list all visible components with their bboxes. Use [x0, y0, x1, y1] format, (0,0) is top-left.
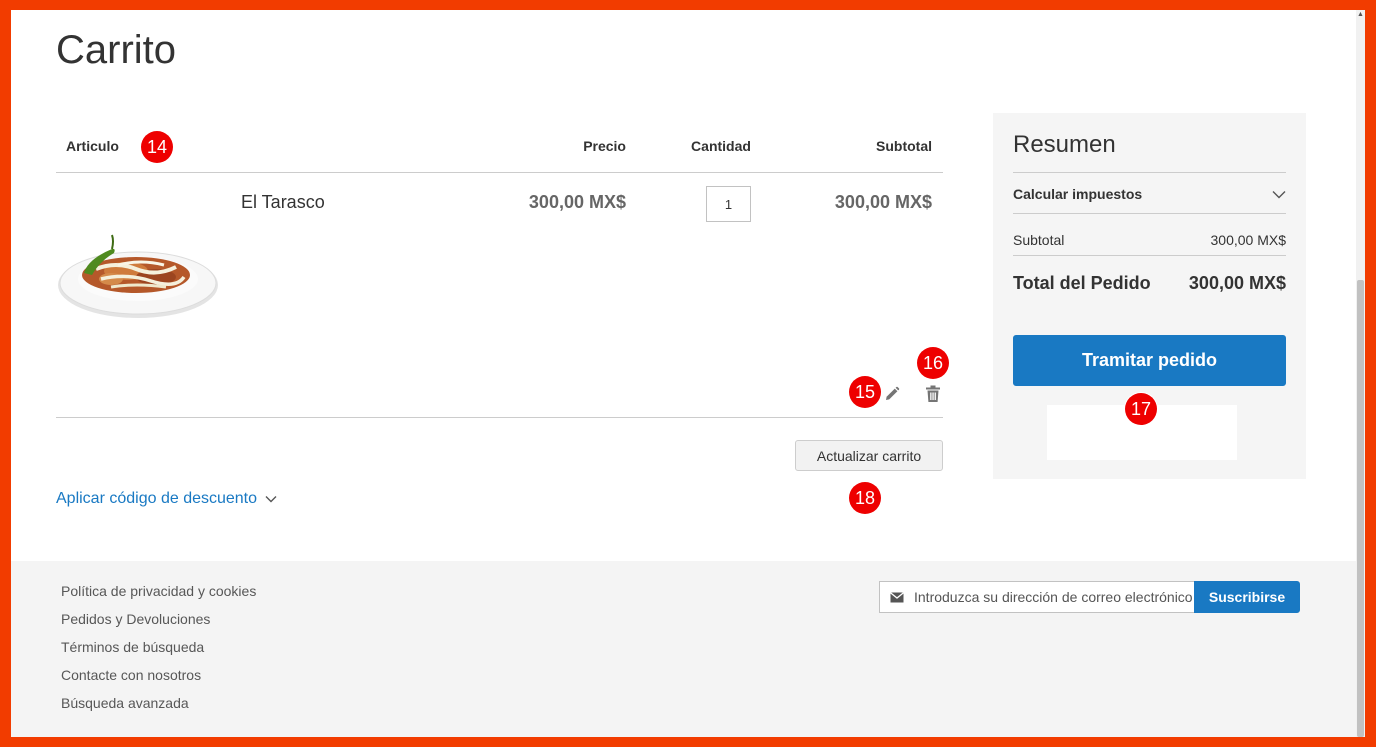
summary-divider [1013, 172, 1286, 173]
footer-link-privacy[interactable]: Política de privacidad y cookies [61, 581, 256, 609]
product-image[interactable] [56, 225, 221, 325]
summary-subtotal-label: Subtotal [1013, 232, 1065, 248]
trash-icon [926, 385, 940, 402]
product-name[interactable]: El Tarasco [241, 192, 325, 213]
summary-total-label: Total del Pedido [1013, 273, 1151, 293]
summary-subtotal-row: Subtotal 300,00 MX$ [1013, 232, 1286, 248]
scrollbar-thumb[interactable] [1357, 280, 1364, 737]
footer-link-search-terms[interactable]: Términos de búsqueda [61, 637, 256, 665]
discount-code-label: Aplicar código de descuento [56, 490, 258, 507]
update-cart-button[interactable]: Actualizar carrito [795, 440, 943, 471]
footer-link-advanced-search[interactable]: Búsqueda avanzada [61, 693, 256, 721]
column-header-qty: Cantidad [691, 138, 751, 154]
annotation-badge: 15 [849, 376, 881, 408]
envelope-icon [880, 591, 914, 603]
newsletter-email-input[interactable] [914, 583, 1194, 611]
subscribe-button[interactable]: Suscribirse [1194, 581, 1300, 613]
chevron-down-icon [265, 496, 277, 503]
discount-code-toggle[interactable]: Aplicar código de descuento [56, 490, 277, 508]
column-header-price: Precio [583, 138, 626, 154]
summary-subtotal-value: 300,00 MX$ [1210, 232, 1287, 248]
column-header-subtotal: Subtotal [876, 138, 932, 154]
summary-divider [1013, 255, 1286, 256]
delete-item-button[interactable] [922, 383, 944, 405]
calculate-taxes-toggle[interactable]: Calcular impuestos [1013, 183, 1286, 205]
footer-links: Política de privacidad y cookies Pedidos… [61, 581, 256, 721]
footer-link-contact[interactable]: Contacte con nosotros [61, 665, 256, 693]
product-subtotal: 300,00 MX$ [834, 192, 932, 212]
quantity-input[interactable] [706, 186, 751, 222]
annotation-badge: 18 [849, 482, 881, 514]
footer-link-orders-returns[interactable]: Pedidos y Devoluciones [61, 609, 256, 637]
vertical-scrollbar[interactable]: ▲ [1356, 10, 1365, 737]
checkout-button[interactable]: Tramitar pedido [1013, 335, 1286, 386]
order-summary: Resumen Calcular impuestos Subtotal 300,… [993, 113, 1306, 479]
page-viewport: Carrito Articulo Precio Cantidad Subtota… [11, 10, 1356, 737]
footer: Política de privacidad y cookies Pedidos… [11, 561, 1356, 737]
chevron-down-icon [1272, 190, 1286, 198]
summary-total-row: Total del Pedido 300,00 MX$ [1013, 273, 1286, 294]
table-divider [56, 417, 943, 418]
summary-title: Resumen [1013, 131, 1116, 158]
product-price: 300,00 MX$ [528, 192, 626, 212]
page-title: Carrito [56, 28, 177, 72]
column-header-item: Articulo [66, 138, 119, 154]
summary-divider [1013, 213, 1286, 214]
newsletter-field [879, 581, 1195, 613]
summary-total-value: 300,00 MX$ [1188, 273, 1286, 293]
pencil-icon [886, 386, 900, 400]
edit-item-button[interactable] [881, 383, 903, 405]
table-divider [56, 172, 943, 173]
annotation-badge: 17 [1125, 393, 1157, 425]
scroll-up-arrow-icon[interactable]: ▲ [1357, 10, 1364, 20]
calculate-taxes-label: Calcular impuestos [1013, 186, 1143, 202]
annotation-badge: 14 [141, 131, 173, 163]
annotation-badge: 16 [917, 347, 949, 379]
